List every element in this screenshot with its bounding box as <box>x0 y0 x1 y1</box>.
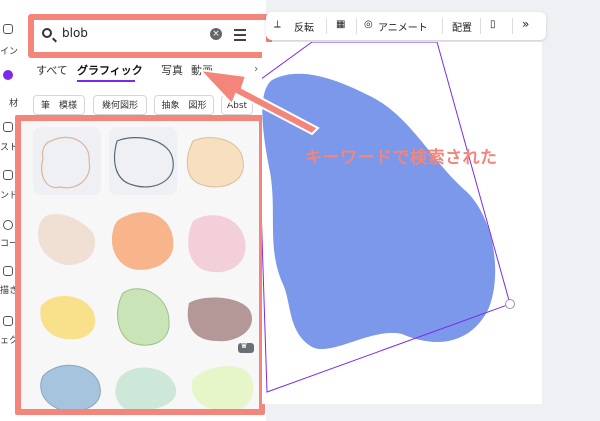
annotation-arrow <box>197 68 320 136</box>
annotation-callout: キーワードで検索された <box>305 148 498 168</box>
